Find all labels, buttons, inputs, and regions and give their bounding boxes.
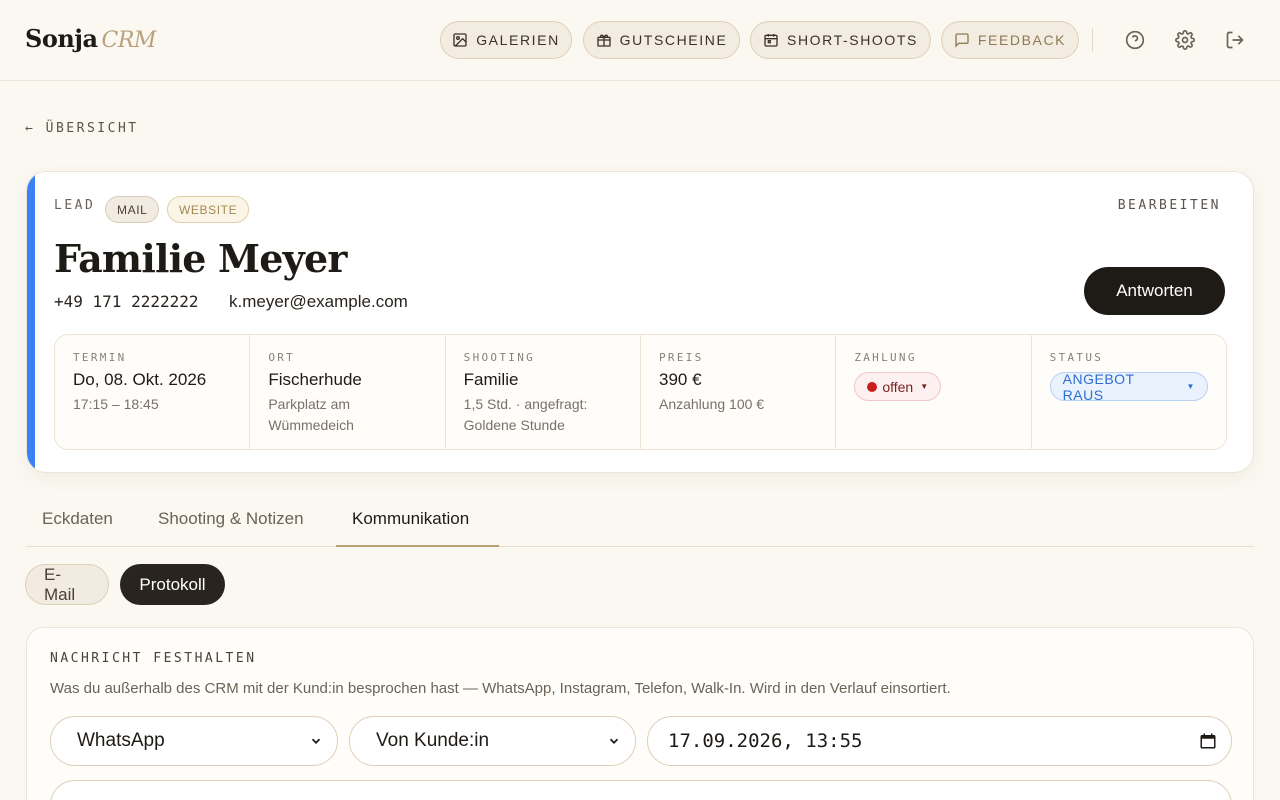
lead-card: LEAD MAIL WEBSITE BEARBEITEN Familie Mey… [26, 171, 1254, 473]
nav-label: GUTSCHEINE [619, 32, 728, 48]
info-zahlung: ZAHLUNG offen ▼ [836, 335, 1032, 449]
lead-status-value: ANGEBOT RAUS [1062, 370, 1135, 403]
back-link[interactable]: ← ÜBERSICHT [25, 121, 139, 136]
info-shooting: SHOOTING Familie 1,5 Std. · angefragt: G… [446, 335, 641, 449]
chevron-down-icon [609, 738, 619, 744]
lead-info-grid: TERMIN Do, 08. Okt. 2026 17:15 – 18:45 O… [54, 334, 1227, 450]
message-icon [955, 33, 969, 48]
info-value: Familie [463, 370, 519, 389]
nav-label: SHORT-SHOOTS [787, 32, 918, 48]
logo-sub: CRM [101, 28, 157, 53]
logout-button[interactable] [1222, 27, 1248, 53]
tag-mail: MAIL [105, 196, 160, 223]
lead-phone[interactable]: +49 171 2222222 [54, 292, 199, 311]
payment-status-value: offen [882, 378, 914, 395]
nav-short-shoots-button[interactable]: SHORT-SHOOTS [750, 21, 931, 59]
image-icon [453, 33, 467, 47]
info-sub: 17:15 – 18:45 [73, 396, 159, 412]
panel-title: NACHRICHT FESTHALTEN [50, 651, 257, 666]
lead-label: LEAD [54, 198, 96, 213]
header-divider [1092, 28, 1093, 52]
channel-select-value: WhatsApp [77, 730, 165, 751]
info-label: SHOOTING [463, 351, 536, 364]
direction-select[interactable]: Von Kunde:in [349, 716, 636, 766]
help-button[interactable] [1122, 27, 1148, 53]
logout-icon [1226, 31, 1244, 49]
info-sub: Anzahlung 100 € [658, 396, 765, 412]
tab-eckdaten[interactable]: Eckdaten [26, 499, 134, 547]
settings-button[interactable] [1172, 27, 1198, 53]
info-sub: 1,5 Std. · angefragt: Goldene Stunde [463, 396, 588, 433]
nav-label: FEEDBACK [977, 32, 1067, 48]
nav-gutscheine-button[interactable]: GUTSCHEINE [583, 21, 740, 59]
status-dot-icon [867, 381, 878, 392]
info-label: ORT [268, 351, 296, 364]
caret-down-icon: ▼ [920, 382, 929, 391]
message-textarea[interactable] [50, 780, 1232, 800]
lead-email[interactable]: k.meyer@example.com [229, 292, 408, 312]
subtab-email[interactable]: E-Mail [25, 564, 109, 605]
calendar-icon [764, 34, 778, 47]
nav-feedback-button[interactable]: FEEDBACK [941, 21, 1079, 59]
info-termin: TERMIN Do, 08. Okt. 2026 17:15 – 18:45 [55, 335, 251, 449]
app-logo[interactable]: Sonja CRM [25, 24, 156, 53]
datetime-value: 17.09.2026, 13:55 [668, 730, 863, 752]
info-value: Fischerhude [268, 370, 362, 389]
info-ort: ORT Fischerhude Parkplatz am Wümmedeich [250, 335, 446, 449]
info-value: 390 € [658, 370, 702, 389]
chevron-down-icon [311, 738, 321, 744]
tab-kommunikation[interactable]: Kommunikation [336, 499, 499, 547]
tag-website: WEBSITE [167, 196, 250, 223]
channel-select[interactable]: WhatsApp [50, 716, 338, 766]
tab-shooting-notizen[interactable]: Shooting & Notizen [142, 499, 329, 547]
lead-accent-bar [27, 172, 35, 472]
info-label: ZAHLUNG [854, 351, 917, 364]
top-bar: Sonja CRM GALERIEN GUTSCHEINE SHORT-SHOOT… [0, 0, 1280, 81]
panel-description: Was du außerhalb des CRM mit der Kund:in… [50, 680, 951, 697]
info-status: STATUS ANGEBOT RAUS ▼ [1032, 335, 1226, 449]
lead-status-dropdown[interactable]: ANGEBOT RAUS ▼ [1049, 370, 1208, 403]
info-sub: Parkplatz am Wümmedeich [268, 396, 354, 433]
info-value: Do, 08. Okt. 2026 [73, 370, 207, 389]
gift-icon [596, 34, 611, 47]
subtab-protokoll[interactable]: Protokoll [120, 564, 225, 605]
nav-label: GALERIEN [476, 32, 560, 48]
help-icon [1125, 30, 1145, 50]
datetime-input[interactable]: 17.09.2026, 13:55 [647, 716, 1232, 766]
info-label: STATUS [1049, 351, 1104, 364]
nav-galerien-button[interactable]: GALERIEN [440, 21, 572, 59]
detail-tabs: Eckdaten Shooting & Notizen Kommunikatio… [26, 499, 1254, 547]
direction-select-value: Von Kunde:in [376, 730, 490, 751]
settings-icon [1175, 30, 1195, 50]
logo-main: Sonja [25, 24, 98, 53]
caret-down-icon: ▼ [1186, 382, 1195, 391]
info-label: TERMIN [73, 351, 127, 364]
calendar-icon[interactable] [1199, 732, 1217, 750]
edit-button[interactable]: BEARBEITEN [1118, 198, 1221, 213]
payment-status-dropdown[interactable]: offen ▼ [854, 372, 942, 401]
info-label: PREIS [658, 351, 704, 364]
info-preis: PREIS 390 € Anzahlung 100 € [641, 335, 837, 449]
lead-name: Familie Meyer [54, 236, 347, 281]
log-message-panel: NACHRICHT FESTHALTEN Was du außerhalb de… [26, 627, 1254, 800]
reply-button[interactable]: Antworten [1084, 267, 1225, 315]
